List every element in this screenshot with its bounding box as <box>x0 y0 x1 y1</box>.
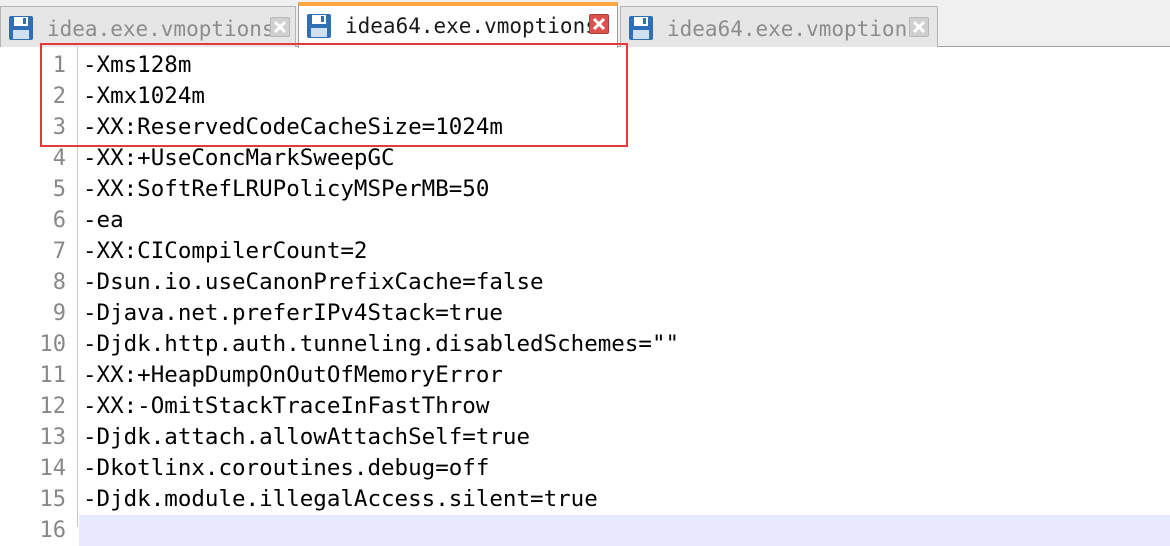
code-line[interactable]: 6 -ea <box>0 205 1170 236</box>
tab-bar: idea.exe.vmoptions idea64.exe.vmoptions … <box>0 0 1170 48</box>
line-number: 15 <box>39 487 67 512</box>
code-line[interactable]: 13 -Djdk.attach.allowAttachSelf=true <box>0 422 1170 453</box>
tab-label: idea.exe.vmoptions <box>47 17 275 41</box>
line-number: 9 <box>52 301 66 326</box>
code-text[interactable]: -XX:+UseConcMarkSweepGC <box>83 143 395 174</box>
close-icon[interactable] <box>270 17 290 37</box>
tab-label: idea64.exe.vmoptions <box>345 14 598 38</box>
line-number: 10 <box>39 332 67 357</box>
tab-idea64-exe-vmoptions-active[interactable]: idea64.exe.vmoptions <box>298 2 618 48</box>
close-icon[interactable] <box>909 17 929 37</box>
code-text[interactable]: -XX:SoftRefLRUPolicyMSPerMB=50 <box>83 174 489 205</box>
floppy-disk-icon <box>629 16 653 40</box>
code-line[interactable]: 9 -Djava.net.preferIPv4Stack=true <box>0 298 1170 329</box>
code-text[interactable]: -Djava.net.preferIPv4Stack=true <box>83 298 503 329</box>
tab-idea-exe-vmoptions[interactable]: idea.exe.vmoptions <box>0 6 296 47</box>
tab-label: idea64.exe.vmoptions <box>667 17 920 41</box>
code-text[interactable]: -ea <box>83 205 124 236</box>
close-icon[interactable] <box>589 14 609 34</box>
code-line[interactable]: 12 -XX:-OmitStackTraceInFastThrow <box>0 391 1170 422</box>
annotation-highlight-box <box>40 43 628 147</box>
code-text[interactable]: -Dkotlinx.coroutines.debug=off <box>83 453 489 484</box>
floppy-disk-icon <box>9 16 33 40</box>
code-text[interactable]: -Dsun.io.useCanonPrefixCache=false <box>83 267 544 298</box>
code-line[interactable]: 8 -Dsun.io.useCanonPrefixCache=false <box>0 267 1170 298</box>
code-text[interactable]: -XX:+HeapDumpOnOutOfMemoryError <box>83 360 503 391</box>
line-number: 14 <box>39 456 67 481</box>
line-number: 8 <box>52 270 66 295</box>
code-text[interactable]: -Djdk.http.auth.tunneling.disabledScheme… <box>83 329 679 360</box>
code-line[interactable]: 7 -XX:CICompilerCount=2 <box>0 236 1170 267</box>
code-line[interactable]: 15 -Djdk.module.illegalAccess.silent=tru… <box>0 484 1170 515</box>
code-line[interactable]: 4 -XX:+UseConcMarkSweepGC <box>0 143 1170 174</box>
code-line[interactable]: 10 -Djdk.http.auth.tunneling.disabledSch… <box>0 329 1170 360</box>
code-line[interactable]: 11 -XX:+HeapDumpOnOutOfMemoryError <box>0 360 1170 391</box>
code-text[interactable]: -XX:CICompilerCount=2 <box>83 236 367 267</box>
current-line-highlight <box>79 515 1170 546</box>
floppy-disk-icon <box>307 14 331 38</box>
line-number: 11 <box>39 363 67 388</box>
code-text[interactable]: -XX:-OmitStackTraceInFastThrow <box>83 391 489 422</box>
code-line[interactable]: 14 -Dkotlinx.coroutines.debug=off <box>0 453 1170 484</box>
tab-idea64-exe-vmoptions[interactable]: idea64.exe.vmoptions <box>620 6 938 47</box>
line-number: 16 <box>39 518 67 543</box>
line-number: 13 <box>39 425 67 450</box>
line-number: 6 <box>52 208 66 233</box>
code-text[interactable]: -Djdk.attach.allowAttachSelf=true <box>83 422 530 453</box>
code-line-current[interactable]: 16 <box>0 515 1170 546</box>
code-line[interactable]: 5 -XX:SoftRefLRUPolicyMSPerMB=50 <box>0 174 1170 205</box>
line-number: 12 <box>39 394 67 419</box>
line-number: 4 <box>52 146 66 171</box>
line-number: 7 <box>52 239 66 264</box>
code-text[interactable]: -Djdk.module.illegalAccess.silent=true <box>83 484 598 515</box>
line-number: 5 <box>52 177 66 202</box>
